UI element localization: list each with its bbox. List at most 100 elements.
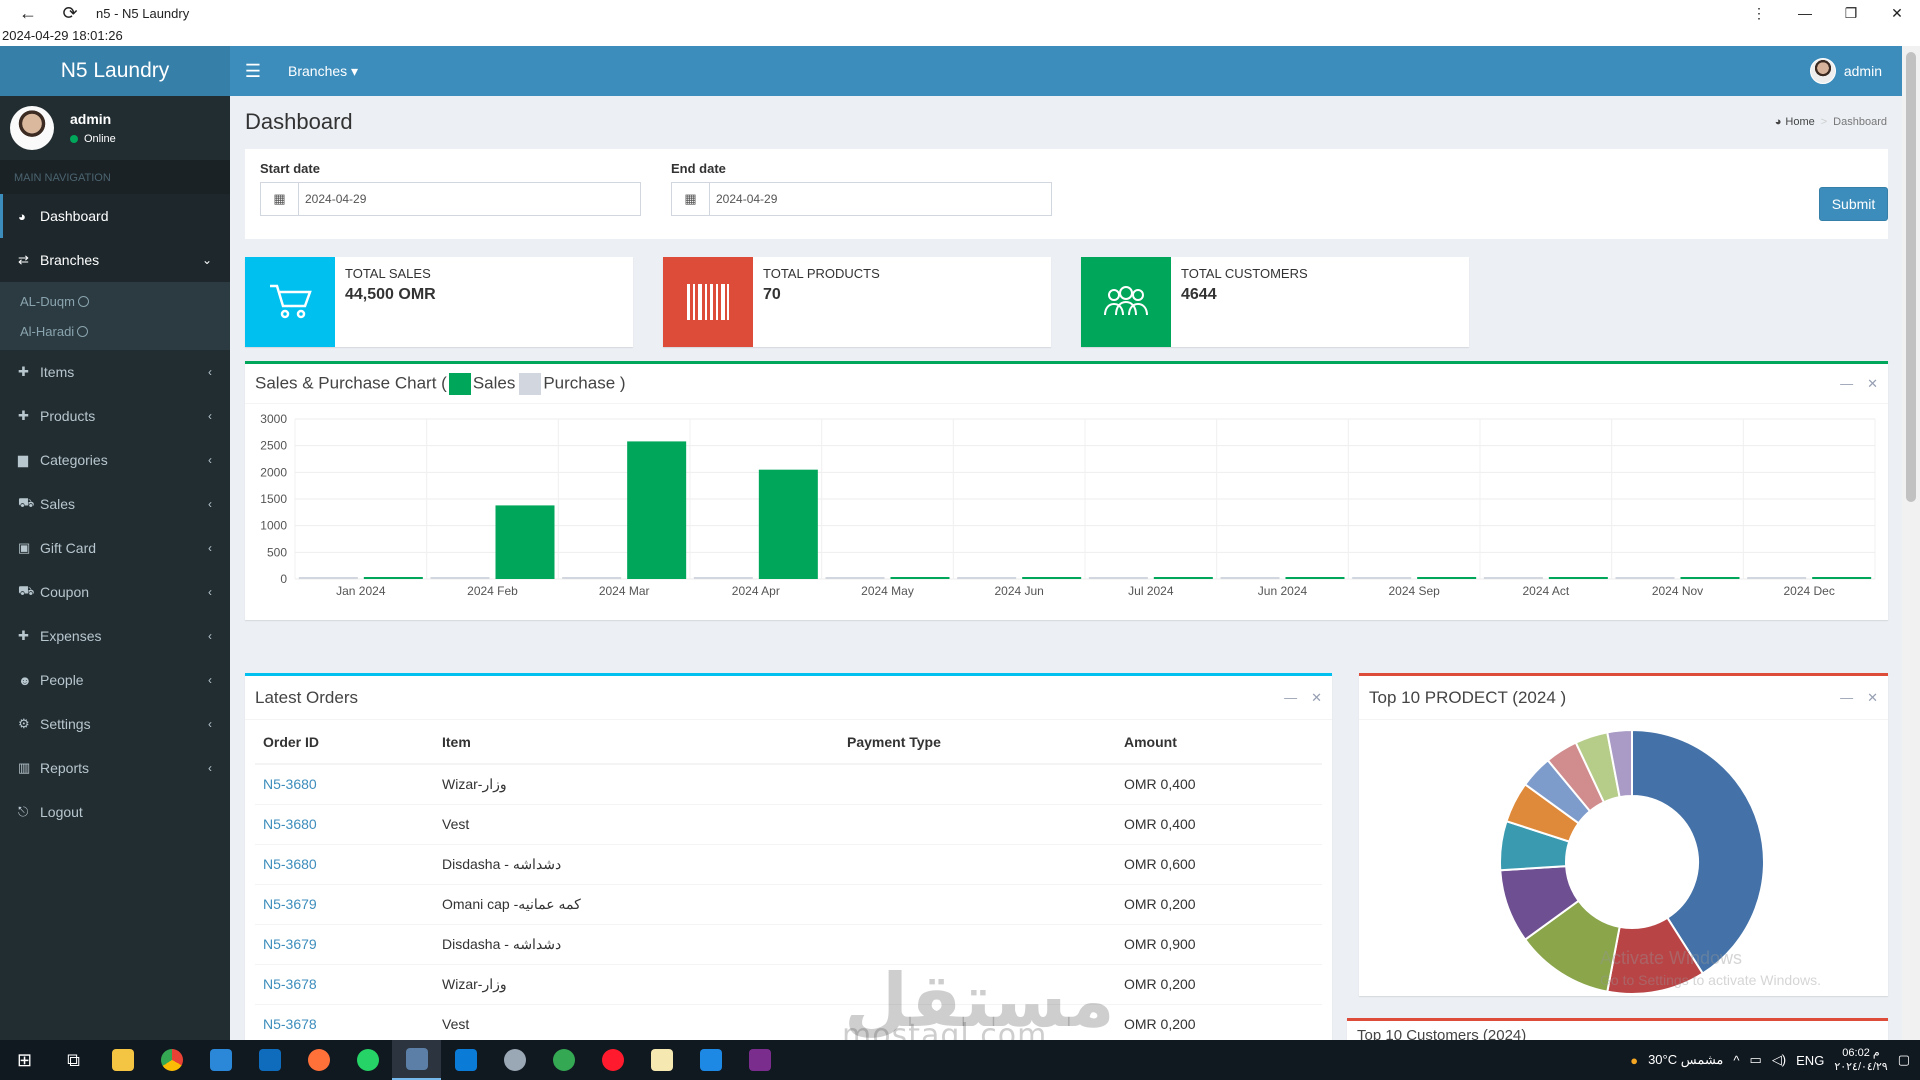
chevron-left-icon: ‹ [208, 365, 212, 379]
close-box-icon[interactable]: ✕ [1867, 690, 1878, 706]
submit-button[interactable]: Submit [1819, 187, 1888, 221]
user-menu[interactable]: admin [1809, 58, 1882, 84]
sidebar-item-settings[interactable]: ⚙ Settings ‹ [0, 702, 230, 746]
sales-bar [363, 577, 423, 579]
browser-icon[interactable] [490, 1040, 539, 1080]
app-icon[interactable] [392, 1040, 441, 1080]
cart-icon [245, 257, 335, 347]
purchase-bar [430, 577, 490, 579]
order-id-link[interactable]: N5-3680 [263, 856, 317, 872]
minimize-box-icon[interactable]: — [1284, 690, 1297, 706]
box-title: Latest Orders [255, 687, 358, 707]
legend-sales-swatch [448, 372, 471, 395]
close-icon[interactable]: ✕ [1874, 5, 1920, 22]
notification-icon[interactable]: ▢ [1898, 1052, 1910, 1068]
table-row: N5-3680 Wizar-وزار OMR 0,400 [255, 763, 1322, 804]
system-tray: ● 30°C مشمس ^ ▭ ◁) ENG 06:02 م ٢٠٢٤/٠٤/٢… [1630, 1046, 1920, 1074]
total-customers-box: TOTAL CUSTOMERS 4644 [1081, 257, 1469, 347]
stat-label: TOTAL SALES [345, 266, 431, 281]
sidebar-item-dashboard[interactable]: ◕ Dashboard [0, 194, 230, 238]
sidebar-item-branches[interactable]: ⇄ Branches ⌄ [0, 238, 230, 282]
mail-icon[interactable] [245, 1040, 294, 1080]
scrollbar-thumb[interactable] [1906, 52, 1916, 502]
purchase-bar [1483, 577, 1543, 579]
chevron-up-icon[interactable]: ^ [1733, 1053, 1739, 1068]
sidebar-subitem-al-duqm[interactable]: AL-Duqm [0, 286, 230, 316]
sidebar-subitem-al-haradi[interactable]: Al-Haradi [0, 316, 230, 346]
table-row: N5-3679 Disdasha - دشداشه OMR 0,900 [255, 923, 1322, 964]
order-id-link[interactable]: N5-3678 [263, 976, 317, 992]
reload-icon[interactable]: ⟳ [56, 3, 84, 24]
minimize-box-icon[interactable]: — [1840, 376, 1853, 392]
weather-text[interactable]: 30°C مشمس [1648, 1052, 1723, 1068]
sidebar-toggle-icon[interactable]: ☰ [232, 61, 274, 82]
back-arrow-icon[interactable]: ← [14, 3, 42, 24]
app-yellow-icon[interactable] [637, 1040, 686, 1080]
purchase-bar [1615, 577, 1675, 579]
more-menu-icon[interactable]: ⋮ [1736, 5, 1782, 22]
purchase-bar [957, 577, 1017, 579]
chevron-left-icon: ‹ [208, 717, 212, 731]
sidebar-item-reports[interactable]: ▥ Reports ‹ [0, 746, 230, 790]
order-amount: OMR 0,200 [1116, 963, 1322, 1004]
activate-windows-watermark: Activate Windows [1600, 948, 1743, 968]
breadcrumb-home[interactable]: Home [1785, 116, 1814, 128]
minimize-box-icon[interactable]: — [1840, 690, 1853, 706]
barcode-icon [663, 257, 753, 347]
photos-icon[interactable] [686, 1040, 735, 1080]
order-id-link[interactable]: N5-3679 [263, 936, 317, 952]
chrome-icon[interactable] [147, 1040, 196, 1080]
sidebar-item-expenses[interactable]: ✚ Expenses ‹ [0, 614, 230, 658]
start-date-label: Start date [260, 161, 320, 176]
task-view-icon[interactable]: ⧉ [49, 1040, 98, 1080]
network-icon[interactable]: ▭ [1750, 1052, 1762, 1068]
clock[interactable]: 06:02 م ٢٠٢٤/٠٤/٢٩ [1834, 1046, 1887, 1074]
branches-dropdown[interactable]: Branches ▾ [288, 63, 358, 80]
windows-start-icon[interactable]: ⊞ [0, 1040, 49, 1080]
sidebar-item-products[interactable]: ✚ Products ‹ [0, 394, 230, 438]
end-date-input[interactable] [710, 183, 1051, 215]
page-scrollbar[interactable] [1902, 46, 1920, 1040]
start-date-input[interactable] [299, 183, 640, 215]
browser-titlebar: ← ⟳ n5 - N5 Laundry ⋮ — ❐ ✕ [0, 0, 1920, 26]
page-title: Dashboard [245, 109, 353, 134]
winrar-icon[interactable] [735, 1040, 784, 1080]
order-id-link[interactable]: N5-3679 [263, 896, 317, 912]
box-title: Sales & Purchase Chart (Sales Purchase ) [255, 372, 626, 395]
sales-bar-chart: 0 500 1000 1500 2000 2500 3000 Jan 2024 2024 Feb… [260, 412, 1876, 598]
chevron-left-icon: ‹ [208, 673, 212, 687]
vscode-icon[interactable] [441, 1040, 490, 1080]
close-box-icon[interactable]: ✕ [1867, 376, 1878, 392]
table-row: N5-3679 Omani cap -كمه عمانيه OMR 0,200 [255, 883, 1322, 924]
maximize-icon[interactable]: ❐ [1828, 5, 1874, 22]
app-logo[interactable]: N5 Laundry [0, 46, 230, 96]
users-icon: ☻ [18, 672, 32, 688]
order-id-link[interactable]: N5-3680 [263, 816, 317, 832]
sidebar-item-gift-card[interactable]: ▣ Gift Card ‹ [0, 526, 230, 570]
volume-icon[interactable]: ◁) [1772, 1052, 1786, 1068]
minimize-icon[interactable]: — [1782, 5, 1828, 22]
close-box-icon[interactable]: ✕ [1311, 690, 1322, 706]
order-id-link[interactable]: N5-3680 [263, 776, 317, 792]
chrome-alt-icon[interactable] [539, 1040, 588, 1080]
purchase-bar [1088, 577, 1148, 579]
language-indicator[interactable]: ENG [1796, 1053, 1824, 1068]
x-tick-label: 2024 Nov [1652, 584, 1703, 598]
opera-icon[interactable] [588, 1040, 637, 1080]
sidebar-item-people[interactable]: ☻ People ‹ [0, 658, 230, 702]
sidebar-item-sales[interactable]: ⛟ Sales ‹ [0, 482, 230, 526]
whatsapp-icon[interactable] [343, 1040, 392, 1080]
total-sales-box: TOTAL SALES 44,500 OMR [245, 257, 633, 347]
sidebar-item-coupon[interactable]: ⛟ Coupon ‹ [0, 570, 230, 614]
order-payment [839, 843, 1116, 884]
store-icon[interactable] [196, 1040, 245, 1080]
order-id-link[interactable]: N5-3678 [263, 1016, 317, 1032]
stat-value: 4644 [1181, 286, 1217, 303]
sidebar-item-categories[interactable]: ▆ Categories ‹ [0, 438, 230, 482]
file-explorer-icon[interactable] [98, 1040, 147, 1080]
firefox-icon[interactable] [294, 1040, 343, 1080]
user-name: admin [1843, 63, 1882, 79]
sidebar-item-logout[interactable]: ⎋ Logout [0, 790, 230, 834]
sidebar-item-items[interactable]: ✚ Items ‹ [0, 350, 230, 394]
order-amount: OMR 0,400 [1116, 803, 1322, 844]
